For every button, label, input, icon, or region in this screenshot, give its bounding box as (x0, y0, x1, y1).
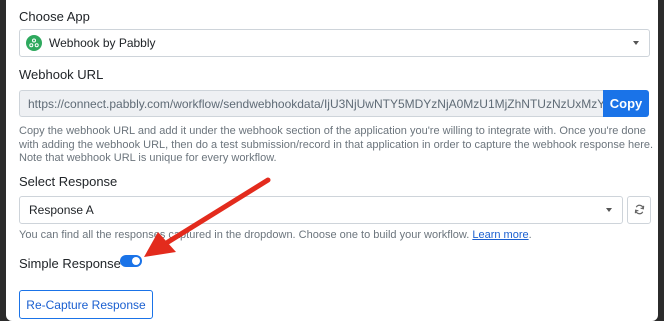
webhook-settings-panel: Choose App Webhook by Pabbly Webhook URL… (6, 0, 658, 321)
red-arrow-annotation (144, 177, 271, 257)
